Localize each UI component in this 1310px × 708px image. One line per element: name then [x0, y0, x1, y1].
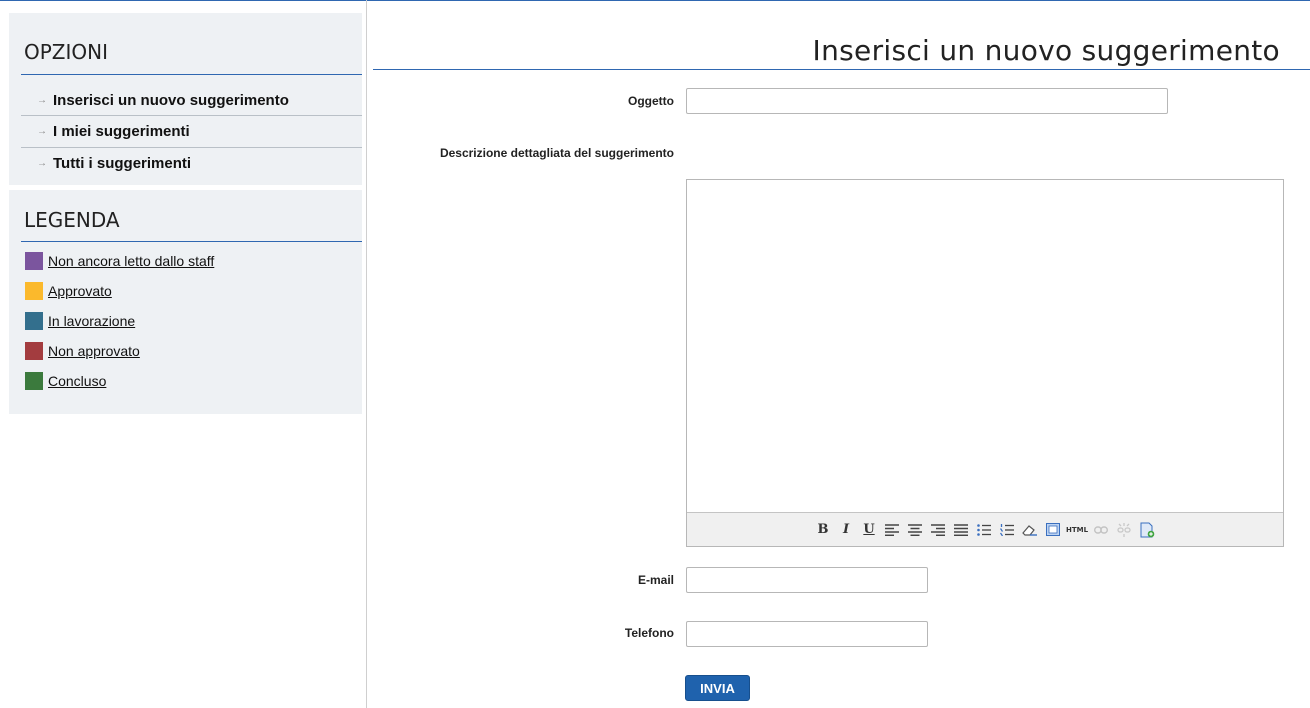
legend-item-in-progress[interactable]: In lavorazione: [25, 311, 135, 331]
arrow-right-icon: →: [37, 126, 47, 137]
email-input[interactable]: [686, 567, 928, 593]
eraser-icon[interactable]: [1020, 520, 1040, 540]
html-icon[interactable]: HTML: [1066, 520, 1088, 540]
align-left-icon[interactable]: [882, 520, 902, 540]
status-swatch: [25, 252, 43, 270]
title-rule: [373, 69, 1310, 70]
legend-item-label: Approvato: [48, 283, 112, 299]
new-document-icon[interactable]: [1137, 520, 1157, 540]
bullet-list-icon[interactable]: [974, 520, 994, 540]
legend-item-approved[interactable]: Approvato: [25, 281, 112, 301]
top-border-line: [0, 0, 1310, 1]
legend-item-completed[interactable]: Concluso: [25, 371, 106, 391]
underline-icon[interactable]: U: [859, 520, 879, 540]
nav-item-label: I miei suggerimenti: [53, 123, 190, 140]
subject-label: Oggetto: [628, 94, 674, 108]
legend-item-unread[interactable]: Non ancora letto dallo staff: [25, 251, 214, 271]
nav-item-label: Inserisci un nuovo suggerimento: [53, 92, 289, 109]
italic-icon[interactable]: I: [836, 520, 856, 540]
legend-item-label: Non approvato: [48, 343, 140, 359]
status-swatch: [25, 372, 43, 390]
bold-icon[interactable]: B: [813, 520, 833, 540]
subject-input[interactable]: [686, 88, 1168, 114]
sidebar-divider: [366, 0, 367, 708]
status-swatch: [25, 312, 43, 330]
page-title: Inserisci un nuovo suggerimento: [812, 34, 1280, 67]
nav-item-label: Tutti i suggerimenti: [53, 155, 192, 172]
nav-item-all-suggestions[interactable]: → Tutti i suggerimenti: [21, 148, 362, 179]
phone-label: Telefono: [624, 626, 674, 640]
legend-title: LEGENDA: [24, 208, 120, 232]
legend-item-label: In lavorazione: [48, 313, 136, 329]
email-label: E-mail: [637, 573, 674, 587]
status-swatch: [25, 342, 43, 360]
arrow-right-icon: →: [37, 95, 47, 106]
link-icon[interactable]: [1091, 520, 1111, 540]
editor-toolbar: B I U HTML: [687, 512, 1283, 546]
arrow-right-icon: →: [37, 158, 47, 169]
nav-item-my-suggestions[interactable]: → I miei suggerimenti: [21, 116, 362, 147]
legend-title-rule: [21, 241, 362, 242]
align-right-icon[interactable]: [928, 520, 948, 540]
align-justify-icon[interactable]: [951, 520, 971, 540]
align-center-icon[interactable]: [905, 520, 925, 540]
options-title: OPZIONI: [24, 40, 109, 64]
legend-panel: LEGENDA Non ancora letto dallo staff App…: [9, 190, 362, 414]
legend-item-label: Concluso: [48, 373, 107, 389]
phone-input[interactable]: [686, 621, 928, 647]
options-title-rule: [21, 74, 362, 75]
description-textarea[interactable]: [687, 180, 1283, 513]
options-panel: OPZIONI → Inserisci un nuovo suggeriment…: [9, 13, 362, 185]
numbered-list-icon[interactable]: [997, 520, 1017, 540]
legend-item-label: Non ancora letto dallo staff: [48, 253, 215, 269]
rich-text-editor: B I U HTML: [686, 179, 1284, 547]
submit-button[interactable]: INVIA: [685, 675, 750, 701]
legend-item-not-approved[interactable]: Non approvato: [25, 341, 140, 361]
table-icon[interactable]: [1043, 520, 1063, 540]
description-label: Descrizione dettagliata del suggerimento: [439, 146, 674, 160]
status-swatch: [25, 282, 43, 300]
nav-item-new-suggestion[interactable]: → Inserisci un nuovo suggerimento: [21, 85, 362, 116]
unlink-icon[interactable]: [1114, 520, 1134, 540]
